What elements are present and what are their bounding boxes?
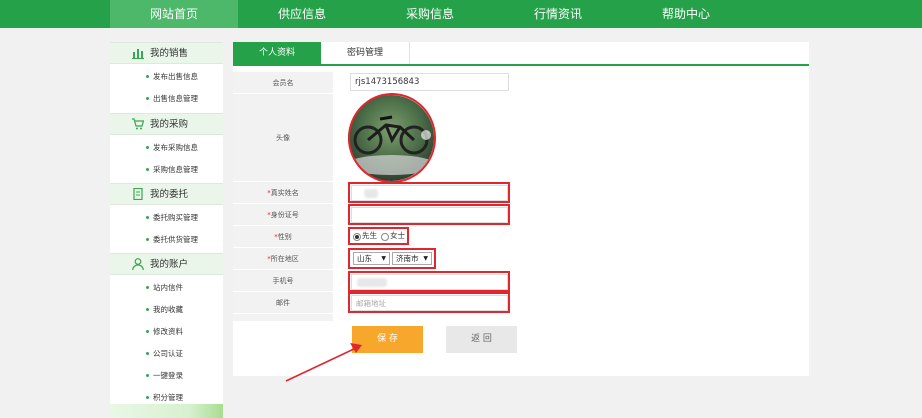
annotation-arrow — [285, 343, 362, 382]
